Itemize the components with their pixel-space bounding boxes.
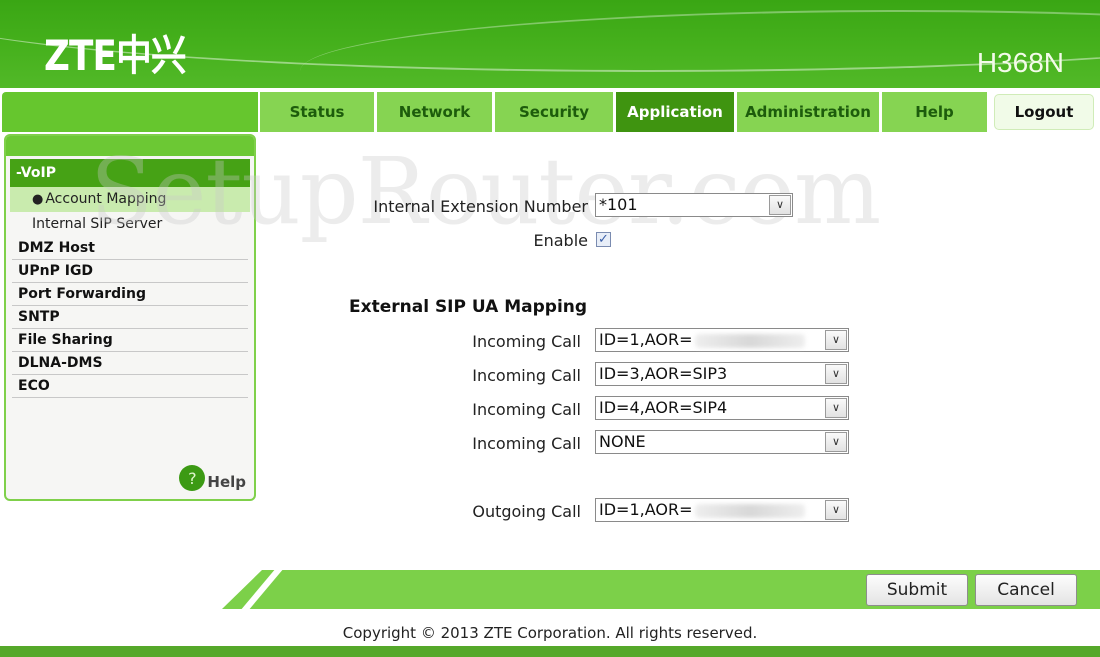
sidebar-item-file-sharing[interactable]: File Sharing <box>12 329 248 352</box>
incoming-call-label: Incoming Call <box>472 332 581 351</box>
sidebar-item-upnp-igd[interactable]: UPnP IGD <box>12 260 248 283</box>
select-value: NONE <box>599 432 646 451</box>
outgoing-call-label: Outgoing Call <box>472 502 581 521</box>
incoming-call-select-2[interactable]: ID=3,AOR=SIP3 ∨ <box>595 362 849 386</box>
tab-application[interactable]: Application <box>616 92 734 132</box>
enable-label: Enable <box>533 231 589 250</box>
incoming-call-select-1[interactable]: ID=1,AOR= ∨ <box>595 328 849 352</box>
incoming-call-select-3[interactable]: ID=4,AOR=SIP4 ∨ <box>595 396 849 420</box>
sidebar-topbar <box>6 136 254 156</box>
select-value: ID=4,AOR=SIP4 <box>599 398 728 417</box>
select-value: ID=1,AOR= <box>599 330 693 349</box>
section-title: External SIP UA Mapping <box>349 297 588 317</box>
footer-bar <box>222 570 1100 609</box>
cancel-button[interactable]: Cancel <box>975 574 1077 606</box>
incoming-call-label: Incoming Call <box>472 400 581 419</box>
tab-security[interactable]: Security <box>495 92 613 132</box>
internal-extension-select[interactable]: *101 ∨ <box>595 193 793 217</box>
tab-status[interactable]: Status <box>260 92 374 132</box>
submit-button[interactable]: Submit <box>866 574 968 606</box>
internal-extension-label: Internal Extension Number <box>373 197 588 216</box>
incoming-call-label: Incoming Call <box>472 434 581 453</box>
help-label: Help <box>207 473 246 491</box>
enable-checkbox[interactable]: ✓ <box>596 232 611 247</box>
help-link[interactable]: ? Help <box>179 465 246 491</box>
chevron-down-icon[interactable]: ∨ <box>769 195 791 215</box>
chevron-down-icon[interactable]: ∨ <box>825 364 847 384</box>
select-value: *101 <box>599 195 638 214</box>
top-nav: Status Network Security Application Admi… <box>0 90 1100 132</box>
zte-logo: ZTE中兴 <box>44 31 187 80</box>
tab-network[interactable]: Network <box>377 92 492 132</box>
sidebar-item-eco[interactable]: ECO <box>12 375 248 398</box>
sidebar-item-dmz-host[interactable]: DMZ Host <box>12 237 248 260</box>
nav-spacer <box>2 92 258 132</box>
incoming-call-label: Incoming Call <box>472 366 581 385</box>
incoming-call-select-4[interactable]: NONE ∨ <box>595 430 849 454</box>
model-name: H368N <box>976 47 1064 78</box>
tab-help[interactable]: Help <box>882 92 987 132</box>
sidebar-section-voip[interactable]: -VoIP <box>10 159 250 187</box>
chevron-down-icon[interactable]: ∨ <box>825 330 847 350</box>
select-value: ID=1,AOR= <box>599 500 693 519</box>
sidebar-item-label: Account Mapping <box>45 191 167 207</box>
sidebar-item-port-forwarding[interactable]: Port Forwarding <box>12 283 248 306</box>
sidebar-item-internal-sip-server[interactable]: Internal SIP Server <box>10 212 250 237</box>
chevron-down-icon[interactable]: ∨ <box>825 398 847 418</box>
redacted-value <box>694 333 805 348</box>
select-value: ID=3,AOR=SIP3 <box>599 364 728 383</box>
sidebar-item-sntp[interactable]: SNTP <box>12 306 248 329</box>
tab-administration[interactable]: Administration <box>737 92 879 132</box>
chevron-down-icon[interactable]: ∨ <box>825 500 847 520</box>
sidebar: -VoIP ● Account Mapping Internal SIP Serv… <box>4 134 256 501</box>
outgoing-call-select[interactable]: ID=1,AOR= ∨ <box>595 498 849 522</box>
redacted-value <box>694 503 805 518</box>
logout-button[interactable]: Logout <box>994 94 1094 130</box>
help-icon: ? <box>179 465 206 491</box>
bullet-icon: ● <box>32 192 44 207</box>
sidebar-item-account-mapping[interactable]: ● Account Mapping <box>10 187 250 212</box>
chevron-down-icon[interactable]: ∨ <box>825 432 847 452</box>
sidebar-item-dlna-dms[interactable]: DLNA-DMS <box>12 352 248 375</box>
bottom-band <box>0 646 1100 657</box>
copyright: Copyright © 2013 ZTE Corporation. All ri… <box>342 624 758 642</box>
header-banner: ZTE中兴 H368N <box>0 0 1100 90</box>
